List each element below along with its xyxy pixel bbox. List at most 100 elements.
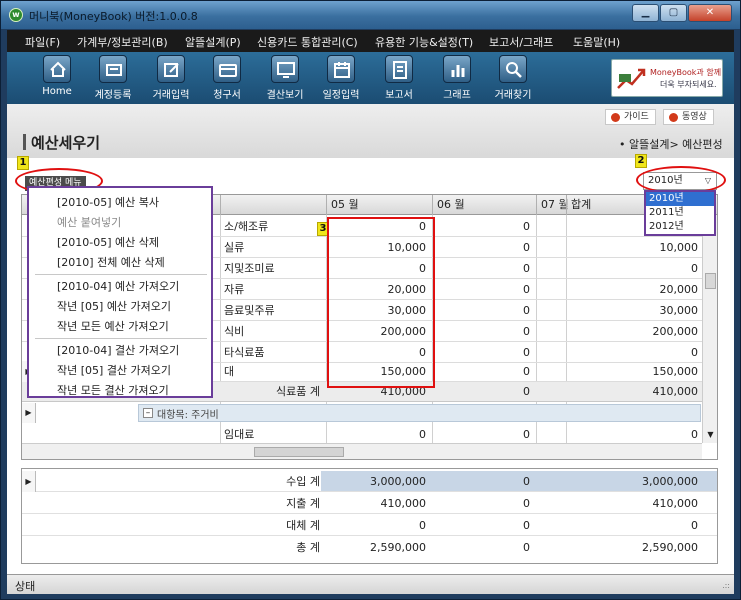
year-dropdown-list: 2010년 2011년 2012년 [644, 190, 716, 236]
toolbar-account-button[interactable]: 계정등록 [83, 55, 143, 101]
scrollbar-thumb[interactable] [254, 447, 344, 457]
toolbar-home-button[interactable]: Home [27, 55, 87, 101]
toolbar-label: 거래입력 [152, 90, 190, 101]
column-header-july[interactable]: 07 월 [536, 195, 569, 215]
scroll-down-icon[interactable]: ▼ [705, 429, 716, 441]
column-header-june[interactable]: 06 월 [432, 195, 536, 215]
cell-june[interactable]: 0 [432, 424, 534, 445]
title-accent-bar [23, 134, 26, 150]
resize-grip-icon[interactable]: .:: [722, 581, 730, 590]
subtotal-total: 410,000 [652, 385, 699, 398]
menu-item-import-lastyear-all-budget[interactable]: 작년 모든 예산 가져오기 [57, 318, 169, 334]
table-row[interactable]: 임대료 0 0 0 [22, 424, 702, 445]
menu-item-paste-budget: 예산 붙여넣기 [57, 216, 122, 229]
category-group-header[interactable]: – 대항목: 주거비 [138, 404, 701, 422]
toolbar-label: Home [42, 86, 72, 97]
summary-row-grand-total: 총 계 2,590,000 0 2,590,000 [22, 537, 717, 558]
summary-row-income: ▶ 수입 계 3,000,000 0 3,000,000 [22, 471, 717, 492]
vertical-scrollbar[interactable]: ▼ [702, 215, 717, 443]
menu-item-delete-all-budget[interactable]: [2010] 전체 예산 삭제 [57, 254, 165, 270]
menu-item-import-prev-budget[interactable]: [2010-04] 예산 가져오기 [57, 278, 179, 294]
menu-reports[interactable]: 보고서/그래프 [489, 34, 553, 50]
maximize-button[interactable]: ▢ [660, 4, 687, 22]
menu-item-import-lastyear-all-settlement[interactable]: 작년 모든 결산 가져오기 [57, 382, 169, 398]
row-category: 실류 [224, 241, 245, 254]
cell-june[interactable]: 0 [432, 237, 534, 258]
summary-row-transfer: 대체 계 0 0 0 [22, 515, 717, 536]
video-link-button[interactable]: 동영상 [663, 109, 714, 125]
menu-item-import-lastyear-month-settlement[interactable]: 작년 [05] 결산 가져오기 [57, 362, 171, 378]
cell-june[interactable]: 0 [432, 321, 534, 342]
toolbar-settlement-button[interactable]: 결산보기 [255, 55, 315, 101]
menu-file[interactable]: 파일(F) [25, 34, 60, 50]
summary-may: 0 [419, 519, 426, 532]
horizontal-scrollbar[interactable] [22, 443, 702, 459]
menu-item-import-lastyear-month-budget[interactable]: 작년 [05] 예산 가져오기 [57, 298, 171, 314]
menu-item-import-prev-settlement[interactable]: [2010-04] 결산 가져오기 [57, 342, 179, 358]
menu-ledger[interactable]: 가계부/정보관리(B) [77, 34, 168, 50]
toolbar-schedule-button[interactable]: 일정입력 [311, 55, 371, 101]
toolbar-transaction-button[interactable]: 거래입력 [141, 55, 201, 101]
column-header-may[interactable]: 05 월 [326, 195, 432, 215]
cell-total: 30,000 [659, 304, 699, 317]
graph-icon [443, 55, 471, 83]
subtotal-label: 식료품 계 [276, 385, 320, 398]
cell-june[interactable]: 0 [432, 300, 534, 321]
cell-june[interactable]: 0 [432, 279, 534, 300]
summary-may: 2,590,000 [370, 541, 426, 554]
summary-label: 수입 계 [286, 475, 320, 488]
close-button[interactable]: ✕ [688, 4, 732, 22]
toolbar-graph-button[interactable]: 그래프 [427, 55, 487, 101]
calendar-icon [327, 55, 355, 83]
cell-total: 10,000 [659, 241, 699, 254]
card-icon [213, 55, 241, 83]
menu-help[interactable]: 도움말(H) [573, 34, 620, 50]
summary-may: 410,000 [380, 497, 427, 510]
summary-june: 0 [523, 541, 530, 554]
summary-june: 0 [523, 475, 530, 488]
money-chart-icon [617, 68, 646, 89]
cell-june[interactable]: 0 [432, 258, 534, 279]
toolbar-find-button[interactable]: 거래찾기 [483, 55, 543, 101]
guide-link-button[interactable]: 가이드 [605, 109, 656, 125]
summary-row-expense: 지출 계 410,000 0 410,000 [22, 493, 717, 514]
toolbar-label: 그래프 [443, 90, 471, 101]
promo-banner[interactable]: MoneyBook과 함께 더욱 부자되세요. [611, 59, 723, 97]
scrollbar-thumb[interactable] [705, 273, 716, 289]
cell-june[interactable]: 0 [432, 216, 534, 237]
toolbar-report-button[interactable]: 보고서 [369, 55, 429, 101]
year-option-2010[interactable]: 2010년 [646, 192, 714, 206]
summary-total: 410,000 [652, 497, 699, 510]
cell-total: 0 [691, 262, 698, 275]
cell-june[interactable]: 0 [432, 361, 534, 382]
menu-separator [35, 274, 207, 275]
status-text: 상태 [15, 580, 36, 593]
cell-total: 20,000 [659, 283, 699, 296]
row-category: 자류 [224, 283, 245, 296]
menu-item-copy-budget[interactable]: [2010-05] 예산 복사 [57, 194, 159, 210]
menu-planning[interactable]: 알뜰설계(P) [185, 34, 241, 50]
toolbar-bill-button[interactable]: 청구서 [197, 55, 257, 101]
summary-total: 2,590,000 [642, 541, 698, 554]
video-link-label: 동영상 [682, 112, 707, 122]
column-header-category [220, 195, 326, 215]
summary-label: 총 계 [296, 541, 320, 554]
menu-tools[interactable]: 유용한 기능&설정(T) [375, 34, 473, 50]
cell-may[interactable]: 0 [326, 424, 430, 445]
banner-text-line2: 더욱 부자되세요. [660, 80, 717, 89]
collapse-toggle[interactable]: – [143, 408, 153, 418]
category-group-label: 대항목: 주거비 [157, 410, 219, 421]
cell-total: 0 [691, 428, 698, 441]
menu-credit-card[interactable]: 신용카드 통합관리(C) [257, 34, 358, 50]
title-bar: w 머니북(MoneyBook) 버전:1.0.0.8 ▁ ▢ ✕ [1, 1, 740, 29]
year-option-2011[interactable]: 2011년 [646, 206, 714, 220]
summary-total: 3,000,000 [642, 475, 698, 488]
menu-item-delete-budget[interactable]: [2010-05] 예산 삭제 [57, 234, 159, 250]
edit-icon [157, 55, 185, 83]
window-title: 머니북(MoneyBook) 버전:1.0.0.8 [29, 10, 198, 23]
year-option-2012[interactable]: 2012년 [646, 220, 714, 234]
minimize-button[interactable]: ▁ [632, 4, 659, 22]
cell-june[interactable]: 0 [432, 342, 534, 363]
app-logo-icon: w [9, 8, 23, 22]
toolbar-label: 거래찾기 [494, 90, 532, 101]
